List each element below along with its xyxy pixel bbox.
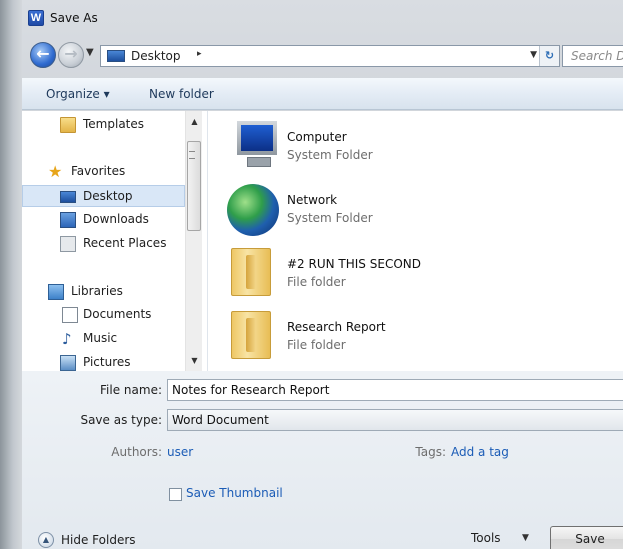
file-list: Computer System Folder Network System Fo… bbox=[209, 111, 623, 371]
nav-item-pictures[interactable]: Pictures bbox=[22, 352, 185, 371]
nav-pane-scrollbar[interactable]: ▲ ▼ bbox=[185, 111, 202, 371]
refresh-button[interactable]: ↻ bbox=[539, 46, 559, 66]
save-button[interactable]: Save bbox=[550, 526, 623, 549]
star-icon: ★ bbox=[48, 162, 63, 181]
tools-button[interactable]: Tools bbox=[471, 531, 501, 545]
new-folder-button[interactable]: New folder bbox=[149, 87, 214, 101]
nav-item-templates[interactable]: Templates bbox=[22, 114, 185, 136]
collapse-up-icon: ▲ bbox=[38, 532, 54, 548]
navigation-bar: ← → ▼ Desktop ▸ ▼ ↻ Search Des bbox=[22, 38, 623, 74]
file-item-run-this-second[interactable]: #2 RUN THIS SECOND File folder bbox=[227, 248, 607, 304]
search-input[interactable]: Search Des bbox=[562, 45, 623, 67]
browser-area: Templates ★ Favorites Desktop Downloads … bbox=[22, 111, 623, 371]
tools-dropdown-icon[interactable]: ▼ bbox=[522, 533, 529, 543]
file-type: File folder bbox=[287, 338, 346, 352]
scroll-down-icon[interactable]: ▼ bbox=[186, 352, 203, 369]
nav-item-label: Desktop bbox=[83, 189, 133, 203]
pictures-icon bbox=[60, 355, 76, 371]
music-icon: ♪ bbox=[62, 330, 72, 348]
tags-add-link[interactable]: Add a tag bbox=[451, 445, 509, 459]
save-type-select[interactable]: Word Document bbox=[167, 409, 623, 431]
forward-button[interactable]: → bbox=[58, 42, 84, 68]
scrollbar-grip bbox=[189, 151, 195, 159]
back-arrow-icon: ← bbox=[36, 44, 50, 63]
hide-folders-label: Hide Folders bbox=[61, 533, 136, 547]
downloads-icon bbox=[60, 212, 76, 228]
file-item-research-report[interactable]: Research Report File folder bbox=[227, 311, 607, 367]
folder-icon bbox=[231, 311, 271, 359]
file-name: Computer bbox=[287, 130, 347, 144]
back-button[interactable]: ← bbox=[30, 42, 56, 68]
desktop-icon bbox=[60, 191, 76, 203]
file-type: File folder bbox=[287, 275, 346, 289]
authors-label: Authors: bbox=[111, 445, 162, 459]
file-name: Research Report bbox=[287, 320, 386, 334]
nav-item-music[interactable]: ♪ Music bbox=[22, 328, 185, 350]
file-name-label: File name: bbox=[100, 383, 162, 397]
nav-item-desktop[interactable]: Desktop bbox=[22, 185, 185, 207]
refresh-icon: ↻ bbox=[544, 49, 555, 62]
window-title: Save As bbox=[50, 11, 98, 25]
folder-icon bbox=[231, 248, 271, 296]
address-dropdown-icon[interactable]: ▼ bbox=[530, 50, 537, 60]
recent-places-icon bbox=[60, 236, 76, 252]
file-item-network[interactable]: Network System Folder bbox=[227, 184, 607, 240]
nav-item-favorites[interactable]: ★ Favorites bbox=[22, 161, 185, 183]
recent-pages-dropdown[interactable]: ▼ bbox=[86, 47, 94, 58]
scroll-up-icon[interactable]: ▲ bbox=[186, 113, 203, 130]
nav-item-documents[interactable]: Documents bbox=[22, 304, 185, 326]
nav-item-label: Favorites bbox=[71, 164, 126, 178]
breadcrumb-chevron-icon[interactable]: ▸ bbox=[197, 49, 202, 59]
window-frame-left bbox=[0, 0, 22, 549]
nav-item-label: Downloads bbox=[83, 212, 149, 226]
nav-item-recent-places[interactable]: Recent Places bbox=[22, 233, 185, 255]
folder-icon bbox=[60, 117, 76, 133]
navigation-pane: Templates ★ Favorites Desktop Downloads … bbox=[22, 111, 208, 371]
save-type-label: Save as type: bbox=[80, 413, 162, 427]
nav-item-label: Music bbox=[83, 331, 118, 345]
file-name: Network bbox=[287, 193, 338, 207]
nav-item-label: Pictures bbox=[83, 355, 131, 369]
libraries-icon bbox=[48, 284, 64, 300]
tags-label: Tags: bbox=[415, 445, 446, 459]
nav-item-libraries[interactable]: Libraries bbox=[22, 281, 185, 303]
file-type: System Folder bbox=[287, 148, 373, 162]
desktop-icon bbox=[107, 50, 125, 62]
file-item-computer[interactable]: Computer System Folder bbox=[227, 121, 607, 177]
nav-item-label: Documents bbox=[83, 307, 152, 321]
document-icon bbox=[62, 307, 78, 323]
save-options-panel: File name: Notes for Research Report Sav… bbox=[22, 371, 623, 549]
word-app-icon: W bbox=[28, 10, 44, 26]
nav-item-label: Recent Places bbox=[83, 236, 167, 250]
authors-value[interactable]: user bbox=[167, 445, 193, 459]
command-toolbar: Organize ▾ New folder bbox=[22, 78, 623, 110]
file-name: #2 RUN THIS SECOND bbox=[287, 257, 421, 271]
file-name-field[interactable]: Notes for Research Report bbox=[167, 379, 623, 401]
file-type: System Folder bbox=[287, 211, 373, 225]
save-thumbnail-checkbox[interactable] bbox=[169, 488, 182, 501]
address-breadcrumb-desktop[interactable]: Desktop bbox=[131, 49, 181, 63]
organize-button[interactable]: Organize ▾ bbox=[46, 87, 110, 101]
nav-item-label: Libraries bbox=[71, 284, 123, 298]
save-thumbnail-label[interactable]: Save Thumbnail bbox=[186, 486, 283, 500]
computer-icon bbox=[227, 121, 279, 173]
address-bar[interactable]: Desktop ▸ ▼ ↻ bbox=[100, 45, 560, 67]
nav-item-downloads[interactable]: Downloads bbox=[22, 209, 185, 231]
network-icon bbox=[227, 184, 279, 236]
title-bar[interactable]: W Save As bbox=[22, 0, 623, 36]
nav-item-label: Templates bbox=[83, 117, 145, 131]
forward-arrow-icon: → bbox=[64, 44, 78, 63]
